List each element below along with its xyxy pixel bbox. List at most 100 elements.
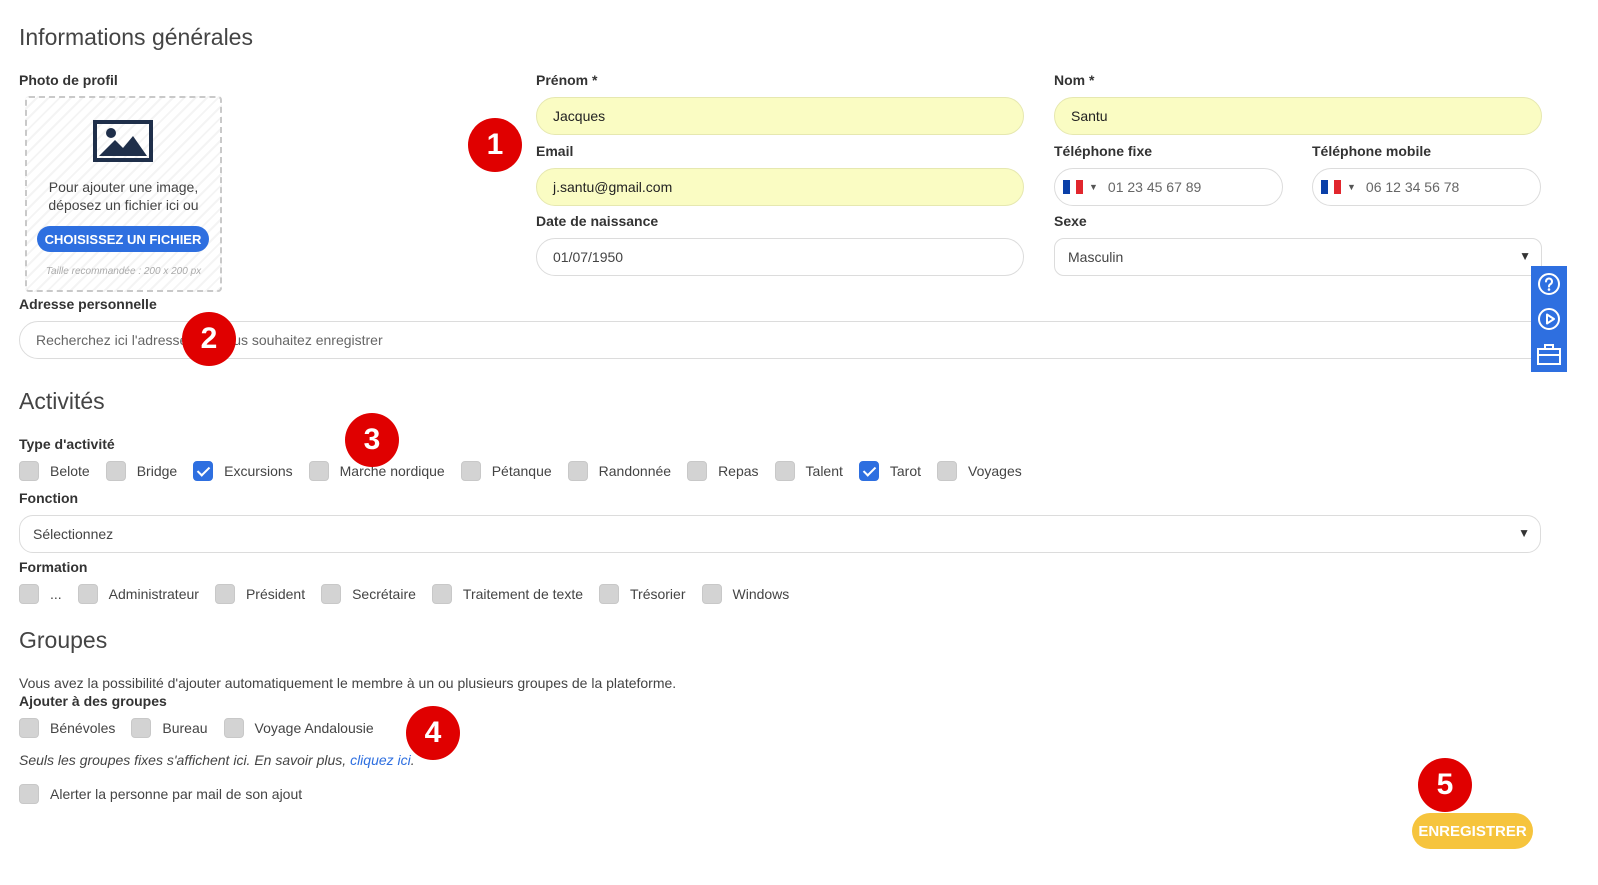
phone-mobile-field[interactable]: ▼ 06 12 34 56 78 <box>1312 168 1541 206</box>
checkbox-label: Bridge <box>136 463 178 479</box>
checkbox-activities-types-9[interactable]: Voyages <box>937 461 1022 481</box>
checkbox-box[interactable] <box>19 461 39 481</box>
help-circle-icon[interactable] <box>1536 271 1562 297</box>
checkbox-label: Traitement de texte <box>462 586 583 602</box>
address-search-input[interactable]: Recherchez ici l'adresse que vous souhai… <box>19 321 1541 359</box>
first-name-field[interactable]: Jacques <box>536 97 1024 135</box>
alert-by-email-label: Alerter la personne par mail de son ajou… <box>50 786 303 802</box>
activity-type-label: Type d'activité <box>19 436 115 452</box>
checkbox-box[interactable] <box>105 461 126 481</box>
checkbox-activities-types-2[interactable]: Excursions <box>193 461 293 481</box>
checkbox-groups-items-1[interactable]: Bureau <box>131 718 208 738</box>
learn-more-link[interactable]: cliquez ici <box>350 752 411 768</box>
profile-photo-label: Photo de profil <box>19 72 118 88</box>
checkbox-label: Bénévoles <box>50 720 116 736</box>
country-caret-icon[interactable]: ▼ <box>1347 182 1356 192</box>
choose-file-button[interactable]: CHOISISSEZ UN FICHIER <box>37 226 209 252</box>
checkbox-activities-trainings-1[interactable]: Administrateur <box>77 584 199 604</box>
upload-size-hint: Taille recommandée : 200 x 200 px <box>45 266 202 277</box>
checkbox-checked-icon[interactable] <box>858 461 879 481</box>
section-title-groups: Groupes <box>19 627 108 653</box>
checkbox-box[interactable] <box>321 584 342 604</box>
function-label: Fonction <box>19 490 79 506</box>
toolbox-icon[interactable] <box>1536 341 1562 367</box>
checkbox-groups-items-0[interactable]: Bénévoles <box>19 718 115 738</box>
checkbox-label: Excursions <box>224 463 293 479</box>
alert-by-email-checkbox[interactable]: Alerter la personne par mail de son ajou… <box>19 784 302 804</box>
checkbox-box[interactable] <box>431 584 452 604</box>
checkbox-checked-icon[interactable] <box>193 461 214 481</box>
checkbox-box[interactable] <box>223 718 244 738</box>
checkbox-label: Trésorier <box>630 586 686 602</box>
checkbox-activities-types-1[interactable]: Bridge <box>105 461 178 481</box>
checkbox-activities-types-7[interactable]: Talent <box>774 461 843 481</box>
checkbox-box[interactable] <box>687 461 708 481</box>
phone-fixed-field[interactable]: ▼ 01 23 45 67 89 <box>1054 168 1283 206</box>
checkbox-activities-trainings-6[interactable]: Windows <box>701 584 789 604</box>
checkbox-box[interactable] <box>308 461 329 481</box>
checkbox-activities-types-8[interactable]: Tarot <box>858 461 921 481</box>
callout-badge-2: 2 <box>182 312 236 366</box>
birthdate-value: 01/07/1950 <box>553 249 624 265</box>
address-label: Adresse personnelle <box>19 296 157 312</box>
function-select[interactable]: Sélectionnez ▼ <box>19 515 1541 553</box>
groups-description: Vous avez la possibilité d'ajouter autom… <box>19 675 677 691</box>
birthdate-field[interactable]: 01/07/1950 <box>536 238 1024 276</box>
checkbox-activities-trainings-0[interactable]: ... <box>19 584 62 604</box>
country-caret-icon[interactable]: ▼ <box>1089 182 1098 192</box>
checkbox-box[interactable] <box>77 584 98 604</box>
checkbox-box[interactable] <box>460 461 481 481</box>
profile-photo-dropzone[interactable]: Pour ajouter une image, déposez un fichi… <box>25 96 222 292</box>
checkbox-box[interactable] <box>567 461 588 481</box>
sex-select[interactable]: Masculin ▼ <box>1054 238 1542 276</box>
phone-fixed-label: Téléphone fixe <box>1054 143 1153 159</box>
checkbox-activities-trainings-2[interactable]: Président <box>214 584 305 604</box>
callout-badge-5: 5 <box>1418 758 1472 812</box>
checkbox-label: Voyages <box>968 463 1022 479</box>
checkbox-label: Randonnée <box>598 463 672 479</box>
email-label: Email <box>536 143 574 159</box>
last-name-value: Santu <box>1071 108 1108 124</box>
checkbox-groups-items-2[interactable]: Voyage Andalousie <box>223 718 374 738</box>
last-name-field[interactable]: Santu <box>1054 97 1542 135</box>
email-field[interactable]: j.santu@gmail.com <box>536 168 1024 206</box>
france-flag-icon[interactable] <box>1321 180 1342 194</box>
checkbox-label: Talent <box>805 463 843 479</box>
checkbox-activities-types-0[interactable]: Belote <box>19 461 90 481</box>
checkbox-activities-types-4[interactable]: Pétanque <box>460 461 552 481</box>
save-button[interactable]: ENREGISTRER <box>1412 813 1533 849</box>
dropzone-text: Pour ajouter une image, déposez un fichi… <box>48 179 199 213</box>
checkbox-box[interactable] <box>19 584 39 604</box>
training-label: Formation <box>19 559 88 575</box>
checkbox-box[interactable] <box>19 718 39 738</box>
checkbox-label: Belote <box>50 463 90 479</box>
side-toolbar <box>1531 266 1567 372</box>
play-circle-icon[interactable] <box>1536 306 1562 332</box>
function-value: Sélectionnez <box>33 526 114 542</box>
checkbox-box[interactable] <box>131 718 152 738</box>
groups-note-text: Seuls les groupes fixes s'affichent ici.… <box>19 752 351 768</box>
groups-list: Bénévoles Bureau Voyage Andalousie <box>19 718 390 738</box>
chevron-down-icon: ▼ <box>1519 249 1531 263</box>
checkbox-label: Pétanque <box>491 463 552 479</box>
groups-note-end: . <box>410 752 415 768</box>
checkbox-box[interactable] <box>701 584 722 604</box>
birthdate-label: Date de naissance <box>536 213 659 229</box>
first-name-label: Prénom * <box>536 72 598 88</box>
checkbox-box[interactable] <box>19 784 39 804</box>
chevron-down-icon: ▼ <box>1518 526 1530 540</box>
sex-label: Sexe <box>1054 213 1087 229</box>
sex-value: Masculin <box>1068 249 1124 265</box>
checkbox-activities-trainings-4[interactable]: Traitement de texte <box>431 584 583 604</box>
checkbox-box[interactable] <box>599 584 619 604</box>
france-flag-icon[interactable] <box>1063 180 1084 194</box>
checkbox-activities-types-5[interactable]: Randonnée <box>567 461 672 481</box>
checkbox-label: Marche nordique <box>339 463 445 479</box>
checkbox-box[interactable] <box>937 461 958 481</box>
checkbox-activities-types-6[interactable]: Repas <box>687 461 759 481</box>
checkbox-box[interactable] <box>774 461 795 481</box>
checkbox-box[interactable] <box>214 584 235 604</box>
checkbox-activities-trainings-3[interactable]: Secrétaire <box>321 584 416 604</box>
checkbox-activities-trainings-5[interactable]: Trésorier <box>599 584 686 604</box>
alert-option: Alerter la personne par mail de son ajou… <box>19 784 318 804</box>
